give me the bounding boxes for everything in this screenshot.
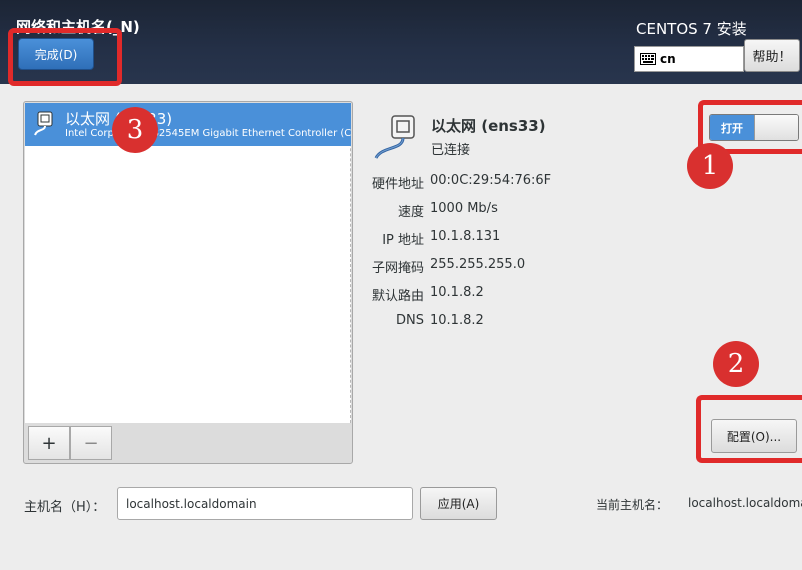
default-route-label: 默认路由 (371, 289, 424, 304)
help-button[interactable]: 帮助！ (744, 39, 800, 72)
keyboard-icon (640, 53, 656, 65)
annotation-badge-1: 1 (687, 143, 733, 189)
device-list-panel: 以太网 (ens33) Intel Corporation 82545EM Gi… (23, 101, 353, 464)
dns-label: DNS (396, 313, 424, 328)
current-hostname-label: 当前主机名： (596, 498, 669, 512)
ethernet-device-icon (372, 112, 422, 166)
device-name: 以太网 (ens33) (431, 117, 546, 135)
keyboard-layout-indicator[interactable]: cn (634, 46, 744, 72)
speed-value: 1000 Mb/s (430, 201, 498, 216)
hostname-label: 主机名（H）： (24, 500, 106, 515)
apply-hostname-button[interactable]: 应用(A) (420, 487, 497, 520)
ip-address-value: 10.1.8.131 (430, 229, 501, 244)
device-list: 以太网 (ens33) Intel Corporation 82545EM Gi… (25, 103, 351, 423)
ip-address-label: IP 地址 (382, 233, 424, 248)
current-hostname-value: localhost.localdomain (688, 496, 802, 510)
annotation-box-configure (696, 395, 802, 463)
add-device-button[interactable]: + (28, 426, 70, 460)
dns-value: 10.1.8.2 (430, 313, 484, 328)
hardware-address-value: 00:0C:29:54:76:6F (430, 173, 552, 188)
installer-brand: CENTOS 7 安装 (636, 20, 747, 38)
device-list-item[interactable]: 以太网 (ens33) Intel Corporation 82545EM Gi… (25, 103, 351, 146)
hostname-input[interactable] (117, 487, 413, 520)
default-route-value: 10.1.8.2 (430, 285, 484, 300)
annotation-badge-3: 3 (112, 107, 158, 153)
annotation-badge-2: 2 (713, 341, 759, 387)
subnet-mask-value: 255.255.255.0 (430, 257, 526, 272)
hardware-address-label: 硬件地址 (371, 177, 424, 192)
keyboard-layout-label: cn (660, 52, 676, 66)
subnet-mask-label: 子网掩码 (371, 261, 424, 276)
device-list-item-description: Intel Corporation 82545EM Gigabit Ethern… (65, 128, 351, 139)
speed-label: 速度 (397, 205, 424, 220)
ethernet-icon (33, 111, 57, 141)
remove-device-button[interactable]: − (70, 426, 112, 460)
device-status: 已连接 (431, 143, 471, 158)
annotation-box-done (8, 28, 122, 86)
